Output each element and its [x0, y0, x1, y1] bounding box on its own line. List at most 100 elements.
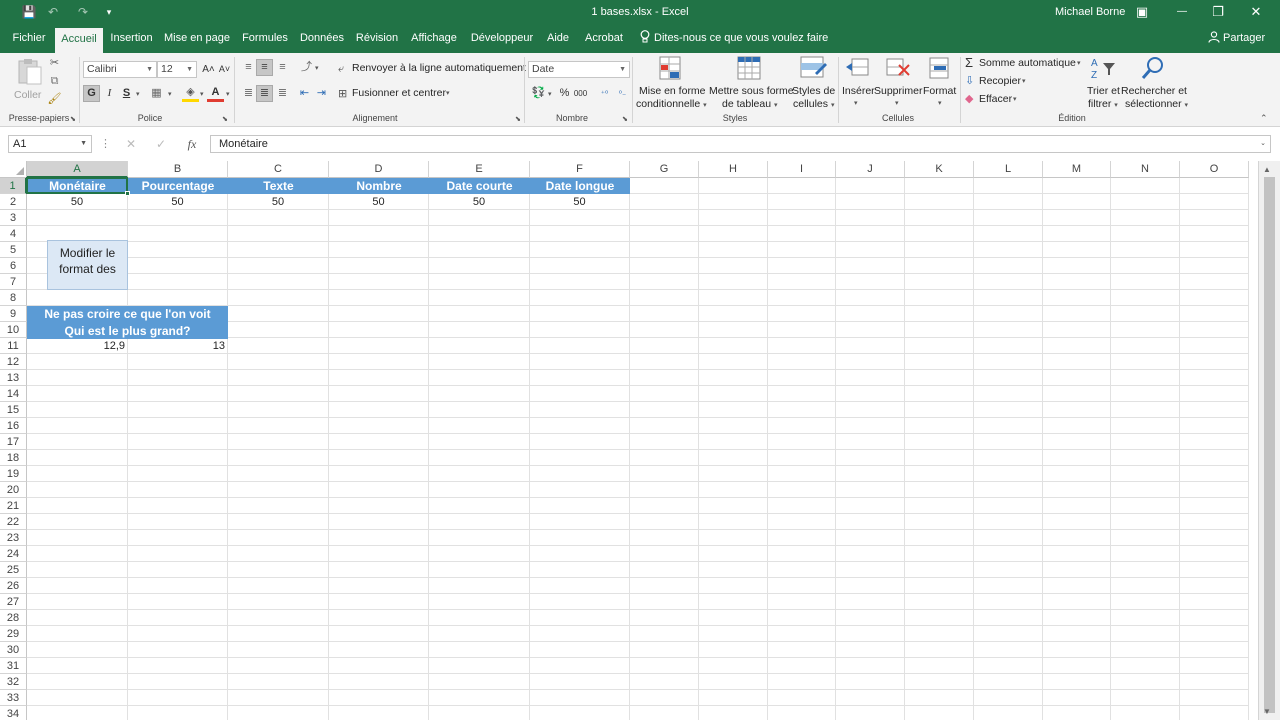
clear-button[interactable]: ◆ Effacer ▾ — [965, 91, 1017, 107]
tab-home[interactable]: Accueil — [55, 28, 103, 53]
column-header-o[interactable]: O — [1180, 161, 1249, 178]
fill-handle[interactable] — [125, 191, 130, 196]
tab-formulas[interactable]: Formules — [240, 24, 290, 53]
align-left-icon[interactable]: ≣ — [240, 85, 257, 102]
row-header-12[interactable]: 12 — [0, 354, 27, 370]
row-header-27[interactable]: 27 — [0, 594, 27, 610]
tab-help[interactable]: Aide — [543, 24, 573, 53]
merge-center-button[interactable]: ⊞ Fusionner et centrer ▾ — [338, 86, 450, 102]
ribbon-display-options-icon[interactable]: ▣ — [1124, 0, 1160, 24]
comma-style-button[interactable]: 000 — [572, 85, 589, 102]
row-header-24[interactable]: 24 — [0, 546, 27, 562]
fill-color-dropdown-icon[interactable]: ▾ — [200, 90, 204, 98]
wrap-text-button[interactable]: ⤶ Renvoyer à la ligne automatiquement — [338, 61, 526, 77]
paste-button[interactable]: Coller — [12, 57, 46, 107]
row-header-22[interactable]: 22 — [0, 514, 27, 530]
row-header-1[interactable]: 1 — [0, 178, 27, 194]
copy-icon[interactable]: ⧉ — [46, 73, 63, 90]
align-right-icon[interactable]: ≣ — [274, 85, 291, 102]
minimize-button[interactable]: — — [1164, 0, 1200, 24]
font-color-icon[interactable]: A — [207, 85, 224, 102]
tab-review[interactable]: Révision — [353, 24, 401, 53]
row-header-26[interactable]: 26 — [0, 578, 27, 594]
cell-c2[interactable]: 50 — [228, 194, 328, 210]
column-header-a[interactable]: A — [27, 161, 128, 178]
text-box-note[interactable]: Modifier le format des — [47, 240, 128, 290]
borders-icon[interactable]: ▦ — [148, 85, 165, 102]
number-launcher-icon[interactable]: ⬊ — [622, 115, 628, 123]
row-header-29[interactable]: 29 — [0, 626, 27, 642]
increase-indent-icon[interactable]: ⇥ — [313, 85, 330, 102]
increase-decimal-icon[interactable]: ⁺⁰ — [596, 85, 613, 102]
row-header-17[interactable]: 17 — [0, 434, 27, 450]
scroll-thumb[interactable] — [1264, 177, 1275, 713]
row-header-6[interactable]: 6 — [0, 258, 27, 274]
name-box[interactable]: A1 ▼ — [8, 135, 92, 153]
cell-d2[interactable]: 50 — [329, 194, 428, 210]
share-button[interactable]: Partager — [1208, 24, 1265, 53]
row-header-23[interactable]: 23 — [0, 530, 27, 546]
underline-button[interactable]: S — [118, 85, 135, 102]
tab-developer[interactable]: Développeur — [468, 24, 536, 53]
cell-a2[interactable]: 50 — [27, 194, 127, 210]
column-header-j[interactable]: J — [836, 161, 905, 178]
scroll-down-icon[interactable]: ▼ — [1263, 707, 1271, 716]
format-painter-icon[interactable]: 🖌 — [46, 91, 63, 108]
row-header-10[interactable]: 10 — [0, 322, 27, 338]
cell-a11[interactable]: 12,9 — [27, 338, 127, 354]
tab-page-layout[interactable]: Mise en page — [162, 24, 232, 53]
italic-button[interactable]: I — [101, 85, 118, 102]
fill-button[interactable]: ⇩ Recopier ▾ — [965, 73, 1026, 89]
percent-style-button[interactable]: % — [556, 85, 573, 102]
cell-f1[interactable]: Date longue — [530, 178, 630, 194]
accounting-format-icon[interactable]: 💱 — [530, 85, 547, 102]
formula-input[interactable]: Monétaire ⌄ — [210, 135, 1271, 153]
worksheet[interactable]: ABCDEFGHIJKLMNO 1 2 3 4 5 6 7 8 9 10 11 12 13 14 15 16 1… — [0, 161, 1258, 720]
align-middle-icon[interactable]: ≡ — [256, 59, 273, 76]
column-header-f[interactable]: F — [530, 161, 630, 178]
grow-font-icon[interactable]: A˄ — [200, 61, 217, 78]
row-header-33[interactable]: 33 — [0, 690, 27, 706]
font-launcher-icon[interactable]: ⬊ — [222, 115, 228, 123]
clipboard-launcher-icon[interactable]: ⬊ — [70, 115, 76, 123]
align-top-icon[interactable]: ≡ — [240, 59, 257, 76]
confirm-entry-icon[interactable]: ✓ — [152, 135, 170, 153]
insert-function-button[interactable]: fx — [182, 135, 202, 153]
row-header-5[interactable]: 5 — [0, 242, 27, 258]
collapse-ribbon-icon[interactable]: ⌃ — [1260, 113, 1268, 124]
column-header-m[interactable]: M — [1043, 161, 1111, 178]
row-header-15[interactable]: 15 — [0, 402, 27, 418]
row-header-30[interactable]: 30 — [0, 642, 27, 658]
row-header-19[interactable]: 19 — [0, 466, 27, 482]
borders-dropdown-icon[interactable]: ▾ — [168, 90, 172, 98]
row-header-34[interactable]: 34 — [0, 706, 27, 720]
row-header-2[interactable]: 2 — [0, 194, 27, 210]
row-header-16[interactable]: 16 — [0, 418, 27, 434]
cell-e1[interactable]: Date courte — [429, 178, 530, 194]
conditional-formatting-button[interactable]: Mise en forme conditionnelle ▾ — [636, 55, 707, 111]
tab-data[interactable]: Données — [297, 24, 347, 53]
row-header-25[interactable]: 25 — [0, 562, 27, 578]
select-all-button[interactable] — [0, 161, 27, 178]
orientation-dropdown-icon[interactable]: ▾ — [315, 64, 319, 72]
column-header-i[interactable]: I — [768, 161, 836, 178]
align-bottom-icon[interactable]: ≡ — [274, 59, 291, 76]
font-size-select[interactable]: 12 ▼ — [157, 61, 197, 78]
column-header-d[interactable]: D — [329, 161, 429, 178]
close-button[interactable]: ✕ — [1238, 0, 1274, 24]
row-header-9[interactable]: 9 — [0, 306, 27, 322]
vertical-scrollbar[interactable]: ▲ ▼ — [1258, 161, 1280, 720]
row-header-14[interactable]: 14 — [0, 386, 27, 402]
cell-e2[interactable]: 50 — [429, 194, 529, 210]
cell-b1[interactable]: Pourcentage — [128, 178, 228, 194]
find-select-button[interactable]: Rechercher et sélectionner ▾ — [1120, 55, 1188, 111]
cell-f2[interactable]: 50 — [530, 194, 629, 210]
formula-bar-drag-handle[interactable]: ⋮ — [100, 135, 111, 153]
tab-acrobat[interactable]: Acrobat — [581, 24, 627, 53]
decrease-decimal-icon[interactable]: ⁰₋ — [614, 85, 631, 102]
column-header-k[interactable]: K — [905, 161, 974, 178]
row-header-32[interactable]: 32 — [0, 674, 27, 690]
restore-button[interactable]: ❐ — [1200, 0, 1236, 24]
tab-file[interactable]: Fichier — [8, 24, 50, 53]
tab-view[interactable]: Affichage — [408, 24, 460, 53]
